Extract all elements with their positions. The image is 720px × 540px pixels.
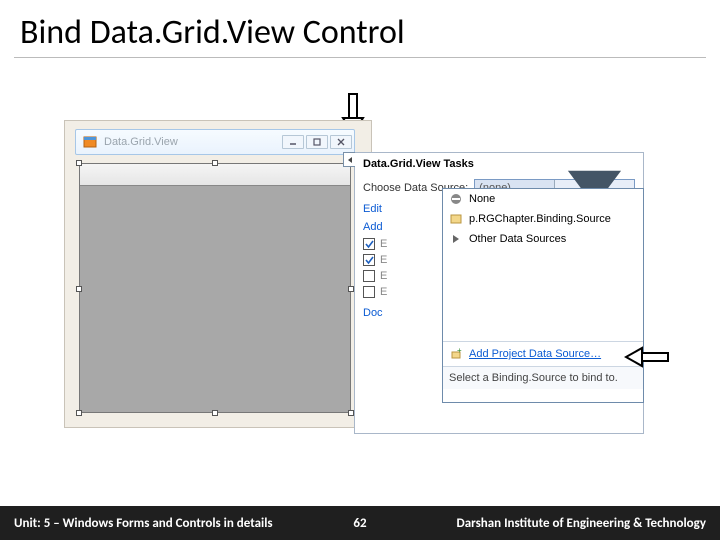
data-source-dropdown: None p.RGChapter.Binding.Source Other Da… bbox=[442, 188, 644, 403]
checkbox[interactable] bbox=[363, 286, 375, 298]
selection-handle[interactable] bbox=[76, 410, 82, 416]
footer-institute: Darshan Institute of Engineering & Techn… bbox=[390, 516, 720, 531]
edit-columns-link[interactable]: Edit bbox=[363, 203, 382, 215]
expand-icon bbox=[449, 232, 463, 246]
checkbox[interactable] bbox=[363, 238, 375, 250]
selection-handle[interactable] bbox=[76, 160, 82, 166]
dock-link[interactable]: Doc bbox=[363, 307, 383, 319]
data-source-option-label: None bbox=[469, 193, 495, 205]
data-source-option-none[interactable]: None bbox=[443, 189, 643, 209]
title-divider bbox=[14, 57, 706, 58]
checkbox-label: E bbox=[380, 270, 387, 282]
footer-unit: Unit: 5 – Windows Forms and Controls in … bbox=[0, 516, 330, 531]
add-project-data-source-link[interactable]: Add Project Data Source… bbox=[469, 348, 601, 360]
footer-page-number: 62 bbox=[330, 516, 390, 531]
selection-handle[interactable] bbox=[76, 286, 82, 292]
form-designer-panel: Data.Grid.View bbox=[64, 120, 372, 428]
close-button[interactable] bbox=[330, 135, 352, 149]
data-source-option-bindingsource[interactable]: p.RGChapter.Binding.Source bbox=[443, 209, 643, 229]
form-titlebar: Data.Grid.View bbox=[75, 129, 355, 155]
add-data-source-icon: + bbox=[449, 347, 463, 361]
slide-title: Bind Data.Grid.View Control bbox=[0, 0, 720, 57]
minimize-button[interactable] bbox=[282, 135, 304, 149]
data-source-option-label: Other Data Sources bbox=[469, 233, 566, 245]
data-source-option-other[interactable]: Other Data Sources bbox=[443, 229, 643, 249]
checkbox-label: E bbox=[380, 254, 387, 266]
arrow-left-annotation bbox=[624, 346, 670, 373]
data-source-list: None p.RGChapter.Binding.Source Other Da… bbox=[443, 189, 643, 341]
add-column-link[interactable]: Add bbox=[363, 221, 383, 233]
checkbox-label: E bbox=[380, 286, 387, 298]
smart-tag-glyph[interactable] bbox=[343, 152, 355, 167]
form-title-text: Data.Grid.View bbox=[104, 136, 282, 148]
data-source-hint: Select a Binding.Source to bind to. bbox=[443, 366, 643, 389]
slide-footer: Unit: 5 – Windows Forms and Controls in … bbox=[0, 506, 720, 540]
svg-text:+: + bbox=[457, 347, 462, 355]
maximize-button[interactable] bbox=[306, 135, 328, 149]
add-project-data-source-row[interactable]: + Add Project Data Source… bbox=[443, 341, 643, 366]
form-icon bbox=[82, 134, 98, 150]
datagridview-control[interactable] bbox=[79, 163, 351, 413]
checkbox-label: E bbox=[380, 238, 387, 250]
screenshot-stage: Data.Grid.View Data.Grid.View Tasks Ch bbox=[64, 120, 644, 440]
data-source-option-label: p.RGChapter.Binding.Source bbox=[469, 213, 611, 225]
selection-handle[interactable] bbox=[212, 410, 218, 416]
selection-handle[interactable] bbox=[212, 160, 218, 166]
checkbox[interactable] bbox=[363, 270, 375, 282]
checkbox[interactable] bbox=[363, 254, 375, 266]
binding-source-icon bbox=[449, 212, 463, 226]
none-icon bbox=[449, 192, 463, 206]
datagridview-column-header bbox=[80, 164, 350, 186]
